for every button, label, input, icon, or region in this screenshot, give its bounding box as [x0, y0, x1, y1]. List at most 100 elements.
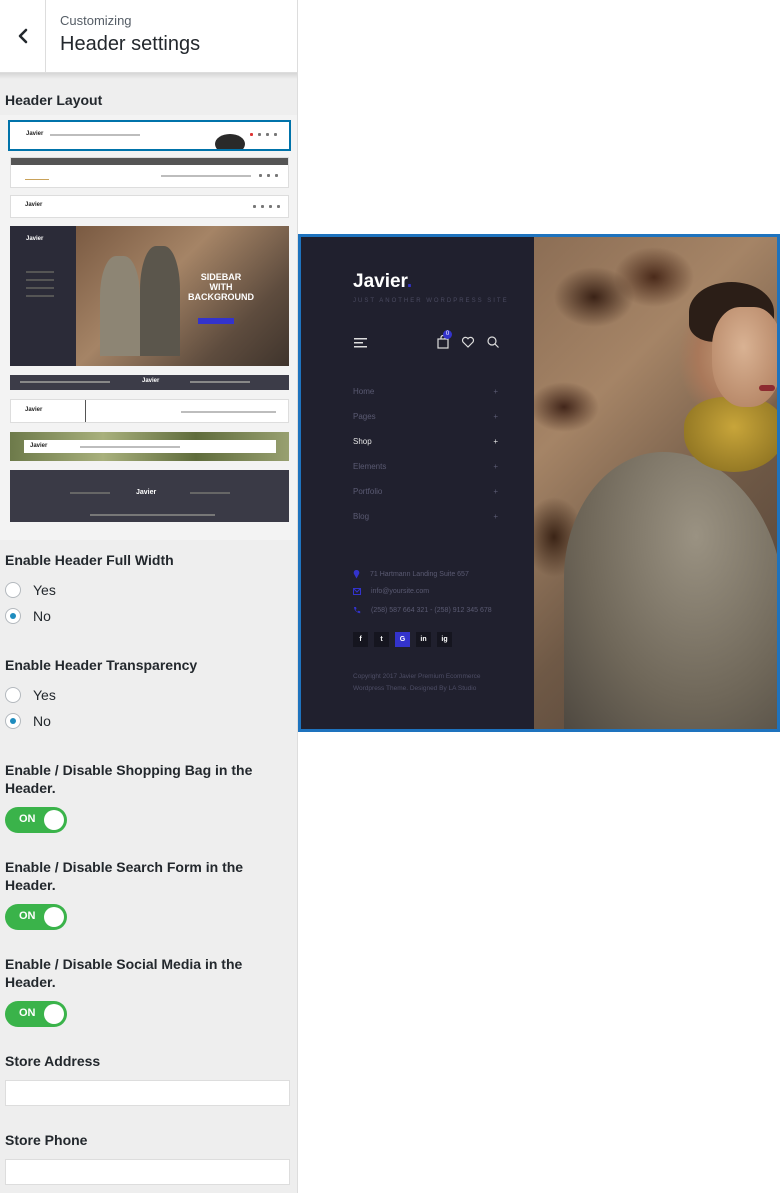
thumb-icon — [277, 205, 280, 208]
toggle-state: ON — [19, 813, 36, 825]
radio-button-selected[interactable] — [5, 713, 21, 729]
thumb-nav — [26, 295, 54, 297]
full-width-no[interactable]: No — [5, 608, 51, 624]
store-address-input[interactable] — [5, 1080, 290, 1106]
hero-figure-scarf — [684, 397, 777, 472]
thumb-nav — [26, 271, 54, 273]
preview-sidebar-header: Javier. JUST ANOTHER WORDPRESS SITE 0 Ho… — [301, 237, 534, 729]
phone-icon — [354, 607, 361, 614]
thumb-divider — [85, 400, 86, 422]
heart-icon[interactable] — [461, 335, 475, 349]
store-address-label: Store Address — [5, 1053, 101, 1069]
hero-figure-coat — [564, 452, 777, 729]
radio-label: Yes — [33, 687, 56, 703]
thumb-logo-script — [25, 170, 49, 180]
preview-menu-item-shop[interactable]: Shop + — [353, 437, 498, 446]
layout-option-5[interactable]: Javier — [10, 375, 289, 390]
instagram-icon[interactable]: ig — [437, 632, 452, 647]
transparency-label: Enable Header Transparency — [5, 657, 198, 673]
thumb-icon — [258, 133, 261, 136]
search-form-toggle[interactable]: ON — [5, 904, 67, 930]
thumb-nav — [161, 175, 251, 177]
layout-option-4[interactable]: Javier SIDEBAR WITH BACKGROUND — [10, 226, 289, 366]
thumb-icon — [267, 174, 270, 177]
plus-icon: + — [493, 387, 498, 396]
thumb-icon — [269, 205, 272, 208]
transparency-no[interactable]: No — [5, 713, 51, 729]
plus-icon: + — [493, 437, 498, 446]
preview-address: 71 Hartmann Landing Suite 657 — [353, 570, 469, 579]
chevron-left-icon — [18, 28, 27, 44]
preview-tagline: JUST ANOTHER WORDPRESS SITE — [353, 298, 509, 304]
back-button[interactable] — [0, 0, 46, 72]
menu-label: Elements — [353, 462, 387, 471]
envelope-icon — [353, 588, 361, 595]
facebook-icon[interactable]: f — [353, 632, 368, 647]
linkedin-icon[interactable]: in — [416, 632, 431, 647]
thumb-nav — [70, 492, 110, 494]
shopping-bag-label: Enable / Disable Shopping Bag in the Hea… — [5, 762, 253, 796]
thumb-topbar — [11, 158, 288, 165]
menu-label: Blog — [353, 512, 370, 521]
thumb-nav — [190, 381, 250, 383]
preview-hero-image — [534, 237, 777, 729]
thumb-icon — [253, 205, 256, 208]
shopping-bag-toggle[interactable]: ON — [5, 807, 67, 833]
store-phone-label: Store Phone — [5, 1132, 88, 1148]
toggle-knob — [44, 810, 64, 830]
header-layout-label: Header Layout — [5, 92, 103, 108]
twitter-icon[interactable]: t — [374, 632, 389, 647]
radio-button[interactable] — [5, 687, 21, 703]
preview-logo[interactable]: Javier. — [353, 271, 412, 293]
radio-label: No — [33, 713, 51, 729]
plus-icon: + — [493, 412, 498, 421]
preview-menu-item-blog[interactable]: Blog + — [353, 512, 498, 521]
menu-label: Portfolio — [353, 487, 383, 496]
thumb-icon — [250, 133, 253, 136]
transparency-yes[interactable]: Yes — [5, 687, 56, 703]
search-form-label: Enable / Disable Search Form in the Head… — [5, 859, 244, 893]
site-preview[interactable]: Javier. JUST ANOTHER WORDPRESS SITE 0 Ho… — [298, 234, 780, 732]
radio-label: No — [33, 608, 51, 624]
radio-button[interactable] — [5, 582, 21, 598]
customizer-sidebar: Customizing Header settings Header Layou… — [0, 0, 298, 1193]
hero-figure-lips — [759, 385, 775, 391]
thumb-nav — [80, 446, 180, 448]
header-layout-options: Javier Javier Javier SIDEBAR WITH BACKGR… — [0, 115, 297, 540]
thumb-nav — [20, 381, 110, 383]
thumb-figure — [100, 256, 140, 356]
thumb-icon — [275, 174, 278, 177]
customizer-header: Customizing Header settings — [0, 0, 297, 73]
thumb-logo: Javier — [136, 489, 157, 496]
copyright-line: Wordpress Theme. Designed By LA Studio — [353, 685, 477, 692]
preview-menu-item-pages[interactable]: Pages + — [353, 412, 498, 421]
store-phone-input[interactable] — [5, 1159, 290, 1185]
thumb-nav — [26, 279, 54, 281]
thumb-image — [215, 134, 245, 149]
layout-option-6[interactable]: Javier — [10, 399, 289, 423]
preview-menu-item-portfolio[interactable]: Portfolio + — [353, 487, 498, 496]
search-icon[interactable] — [486, 335, 500, 349]
toggle-knob — [44, 1004, 64, 1024]
thumb-banner-line: WITH — [209, 282, 233, 292]
google-plus-icon[interactable]: G — [395, 632, 410, 647]
hero-figure-face — [712, 307, 777, 407]
layout-option-2[interactable] — [10, 157, 289, 188]
email-text: info@yoursite.com — [371, 588, 430, 595]
thumb-banner-line: BACKGROUND — [188, 292, 254, 302]
plus-icon: + — [493, 512, 498, 521]
thumb-logo: Javier — [142, 378, 160, 384]
full-width-yes[interactable]: Yes — [5, 582, 56, 598]
layout-option-1[interactable]: Javier — [8, 120, 291, 151]
social-media-toggle[interactable]: ON — [5, 1001, 67, 1027]
thumb-logo: Javier — [30, 443, 48, 449]
layout-option-8[interactable]: Javier — [10, 470, 289, 522]
layout-option-7[interactable]: Javier — [10, 432, 289, 461]
layout-option-3[interactable]: Javier — [10, 195, 289, 218]
preview-menu-item-elements[interactable]: Elements + — [353, 462, 498, 471]
plus-icon: + — [493, 487, 498, 496]
preview-email: info@yoursite.com — [353, 588, 429, 595]
radio-button-selected[interactable] — [5, 608, 21, 624]
preview-menu-item-home[interactable]: Home + — [353, 387, 498, 396]
hamburger-icon[interactable] — [353, 335, 369, 349]
